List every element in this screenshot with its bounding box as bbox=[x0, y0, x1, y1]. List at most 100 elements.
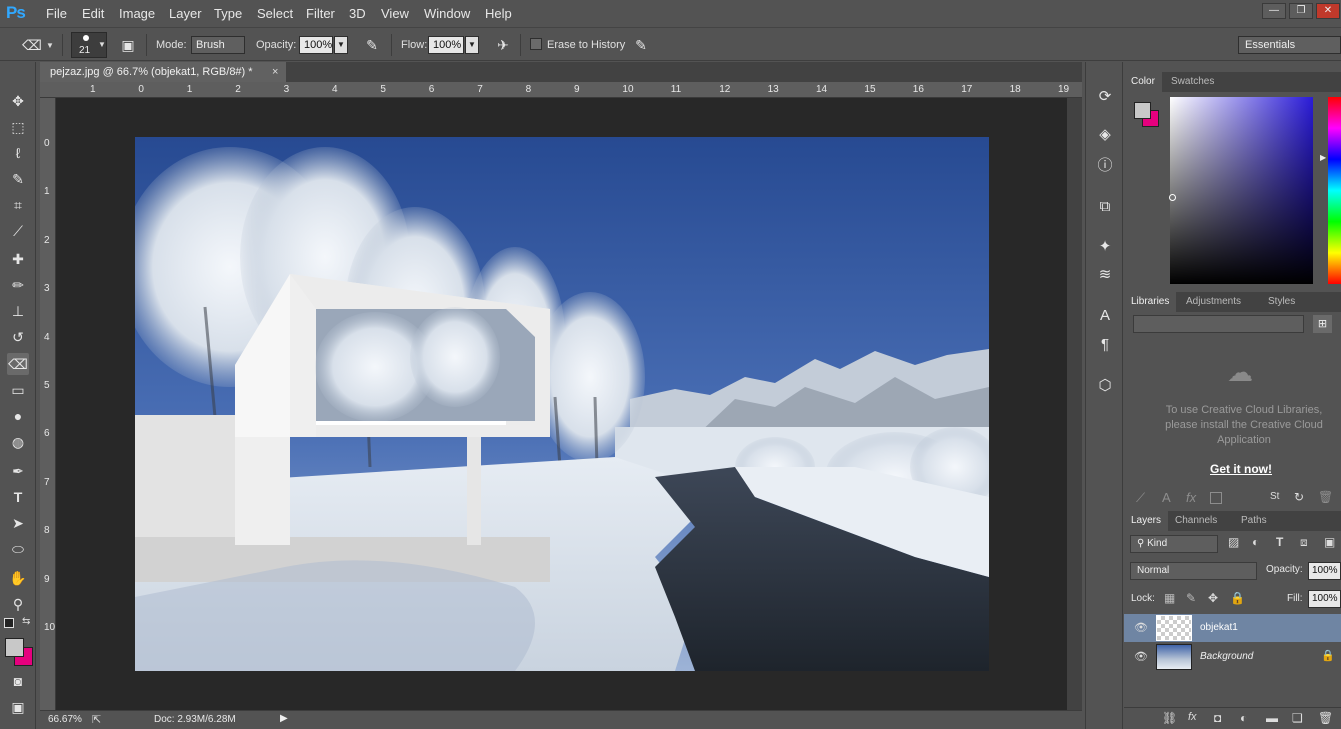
library-select[interactable] bbox=[1133, 315, 1304, 333]
tab-paths[interactable]: Paths bbox=[1234, 511, 1274, 531]
menu-3d[interactable]: 3D bbox=[349, 6, 366, 21]
close-icon[interactable]: ✕ bbox=[1316, 3, 1340, 19]
filter-adjustment-icon[interactable]: ◐ bbox=[1252, 535, 1259, 549]
library-add-text-icon[interactable]: A bbox=[1162, 490, 1171, 505]
hue-slider[interactable] bbox=[1328, 97, 1341, 284]
lasso-icon[interactable]: ℓ bbox=[7, 142, 29, 164]
chevron-down-icon[interactable]: ▼ bbox=[46, 41, 54, 50]
path-select-icon[interactable]: ➤ bbox=[7, 512, 29, 534]
brush-icon[interactable]: ✏ bbox=[7, 274, 29, 296]
eye-icon[interactable]: 👁 bbox=[1134, 650, 1148, 663]
brush-panel-icon[interactable]: ▣ bbox=[118, 35, 138, 55]
ellipse-icon[interactable]: ⬭ bbox=[7, 538, 29, 560]
layer-row-background[interactable]: 👁 Background 🔒 bbox=[1124, 643, 1341, 671]
vertical-scrollbar[interactable] bbox=[1067, 98, 1082, 710]
filter-shape-icon[interactable]: ⧈ bbox=[1300, 535, 1308, 550]
delete-layer-icon[interactable]: 🗑 bbox=[1318, 711, 1333, 725]
menu-layer[interactable]: Layer bbox=[169, 6, 202, 21]
menu-select[interactable]: Select bbox=[257, 6, 293, 21]
tab-adjustments[interactable]: Adjustments bbox=[1179, 292, 1248, 312]
lock-transparent-icon[interactable]: ▦ bbox=[1164, 591, 1175, 605]
pressure-size-icon[interactable]: ✎ bbox=[631, 35, 651, 55]
menu-image[interactable]: Image bbox=[119, 6, 155, 21]
library-stock-icon[interactable]: St bbox=[1270, 491, 1279, 502]
color-field[interactable] bbox=[1170, 97, 1313, 284]
document-tab[interactable]: pejzaz.jpg @ 66.7% (objekat1, RGB/8#) * … bbox=[40, 62, 286, 82]
type-icon[interactable]: T bbox=[7, 486, 29, 508]
eye-icon[interactable]: 👁 bbox=[1134, 621, 1148, 634]
library-sync-icon[interactable]: ↻ bbox=[1294, 490, 1304, 504]
screen-mode-icon[interactable]: ▣ bbox=[7, 696, 29, 718]
menu-filter[interactable]: Filter bbox=[306, 6, 335, 21]
restore-icon[interactable]: ❐ bbox=[1289, 3, 1313, 19]
tab-libraries[interactable]: Libraries bbox=[1124, 292, 1177, 312]
pressure-opacity-icon[interactable]: ✎ bbox=[362, 35, 382, 55]
healing-icon[interactable]: ✚ bbox=[7, 248, 29, 270]
marquee-icon[interactable]: ⬚ bbox=[7, 116, 29, 138]
menu-view[interactable]: View bbox=[381, 6, 409, 21]
export-icon[interactable]: ⇱ bbox=[92, 713, 101, 726]
erase-history-checkbox[interactable] bbox=[530, 38, 542, 50]
actions-icon[interactable]: ◈ bbox=[1094, 124, 1116, 146]
quick-select-icon[interactable]: ✎ bbox=[7, 168, 29, 190]
filter-type-icon[interactable]: T bbox=[1276, 535, 1283, 549]
new-group-icon[interactable]: ▬ bbox=[1266, 711, 1278, 725]
zoom-icon[interactable]: ⚲ bbox=[7, 593, 29, 615]
chevron-down-icon[interactable]: ▼ bbox=[465, 36, 479, 54]
brush-size-picker[interactable]: 21 ▼ bbox=[71, 32, 107, 58]
lock-position-icon[interactable]: ✥ bbox=[1208, 591, 1218, 605]
link-layers-icon[interactable]: ⛓ bbox=[1162, 711, 1177, 725]
3d-icon[interactable]: ⬡ bbox=[1094, 375, 1116, 397]
library-add-style-icon[interactable]: fx bbox=[1186, 490, 1196, 505]
blur-icon[interactable]: ● bbox=[7, 405, 29, 427]
paragraph-icon[interactable]: ¶ bbox=[1094, 334, 1116, 356]
close-tab-icon[interactable]: × bbox=[272, 62, 278, 82]
foreground-color-swatch[interactable] bbox=[5, 638, 24, 657]
chevron-right-icon[interactable]: ▶ bbox=[280, 713, 288, 724]
document-canvas[interactable] bbox=[135, 137, 989, 671]
move-icon[interactable]: ✥ bbox=[7, 90, 29, 112]
airbrush-icon[interactable]: ✈ bbox=[493, 35, 513, 55]
menu-file[interactable]: File bbox=[46, 6, 67, 21]
fill-input[interactable]: 100% bbox=[1308, 590, 1341, 608]
hand-icon[interactable]: ✋ bbox=[7, 567, 29, 589]
opacity-input[interactable]: 100% bbox=[299, 36, 333, 54]
stamp-icon[interactable]: ⊥ bbox=[7, 300, 29, 322]
layer-row-objekat1[interactable]: 👁 objekat1 bbox=[1124, 614, 1341, 642]
brush-presets-icon[interactable]: ≋ bbox=[1094, 264, 1116, 286]
tab-layers[interactable]: Layers bbox=[1124, 511, 1169, 531]
quick-mask-icon[interactable]: ◙ bbox=[7, 670, 29, 692]
eraser-preset-icon[interactable]: ⌫ bbox=[22, 35, 42, 55]
tab-color[interactable]: Color bbox=[1124, 72, 1162, 92]
add-mask-icon[interactable]: ◘ bbox=[1214, 711, 1221, 725]
eraser-icon[interactable]: ⌫ bbox=[7, 353, 29, 375]
menu-type[interactable]: Type bbox=[214, 6, 242, 21]
layer-name[interactable]: Background bbox=[1200, 651, 1253, 662]
tab-channels[interactable]: Channels bbox=[1168, 511, 1224, 531]
filter-smart-object-icon[interactable]: ▣ bbox=[1324, 535, 1335, 549]
get-it-now-link[interactable]: Get it now! bbox=[1210, 462, 1272, 476]
layer-name[interactable]: objekat1 bbox=[1200, 622, 1238, 633]
menu-help[interactable]: Help bbox=[485, 6, 512, 21]
workspace-select[interactable]: Essentials bbox=[1238, 36, 1341, 54]
info-icon[interactable]: ⓘ bbox=[1094, 155, 1116, 177]
library-add-color-icon[interactable] bbox=[1210, 492, 1222, 504]
tab-styles[interactable]: Styles bbox=[1261, 292, 1302, 312]
menu-edit[interactable]: Edit bbox=[82, 6, 104, 21]
lock-all-icon[interactable]: 🔒 bbox=[1230, 591, 1245, 605]
minimize-icon[interactable]: — bbox=[1262, 3, 1286, 19]
blend-mode-select[interactable]: Normal bbox=[1130, 562, 1257, 580]
swap-colors-icon[interactable]: ⇆ bbox=[22, 616, 30, 627]
clone-source-icon[interactable]: ⧉ bbox=[1094, 196, 1116, 218]
layer-opacity-input[interactable]: 100% bbox=[1308, 562, 1341, 580]
library-trash-icon[interactable]: 🗑 bbox=[1318, 490, 1333, 504]
default-colors-icon[interactable] bbox=[4, 618, 14, 628]
adjustment-layer-icon[interactable]: ◐ bbox=[1240, 711, 1247, 725]
hue-slider-handle-icon[interactable]: ▶ bbox=[1320, 153, 1326, 162]
color-panel-fg-swatch[interactable] bbox=[1134, 102, 1151, 119]
grid-view-icon[interactable]: ⊞ bbox=[1313, 315, 1332, 333]
chevron-down-icon[interactable]: ▼ bbox=[334, 36, 348, 54]
lock-image-icon[interactable]: ✎ bbox=[1186, 591, 1196, 605]
brushes-icon[interactable]: ✦ bbox=[1094, 236, 1116, 258]
zoom-level[interactable]: 66.67% bbox=[48, 714, 82, 725]
